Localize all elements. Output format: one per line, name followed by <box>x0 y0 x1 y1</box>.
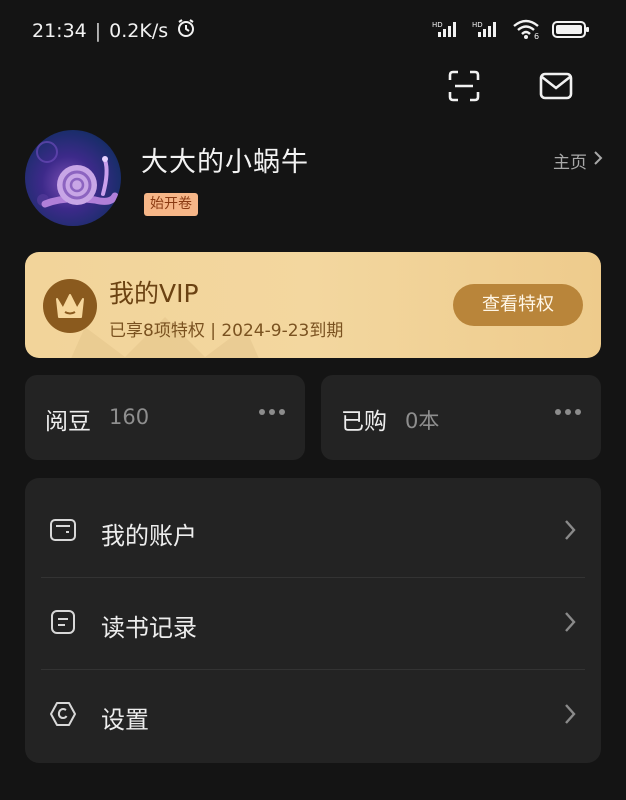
menu-item-label: 读书记录 <box>101 614 197 642</box>
view-privileges-button[interactable]: 查看特权 <box>453 284 583 326</box>
menu-item-settings[interactable]: 设置 <box>25 662 601 754</box>
chevron-right-icon <box>563 702 577 730</box>
menu-item-label: 我的账户 <box>101 522 197 550</box>
vip-subtitle: 已享8项特权 | 2024-9-23到期 <box>109 321 344 341</box>
stat-card-beans[interactable]: 阅豆 160 <box>25 375 305 460</box>
chevron-right-icon <box>593 150 603 171</box>
hd-label: HD <box>432 21 443 29</box>
profile-header: 大大的小蜗牛 始开卷 主页 <box>25 130 605 230</box>
more-icon[interactable] <box>555 409 581 415</box>
hd-label: HD <box>472 21 483 29</box>
menu-item-reading-history[interactable]: 读书记录 <box>25 570 601 662</box>
status-time: 21:34 <box>32 19 87 42</box>
menu-item-label: 设置 <box>101 706 149 734</box>
status-right: HD HD 6 <box>432 18 590 40</box>
record-icon <box>49 608 77 636</box>
top-actions <box>446 68 574 104</box>
avatar[interactable] <box>25 130 121 226</box>
stat-value: 0本 <box>405 409 440 433</box>
homepage-link[interactable]: 主页 <box>553 148 603 173</box>
alarm-icon <box>176 18 196 43</box>
menu-item-account[interactable]: 我的账户 <box>25 478 601 570</box>
settings-icon <box>49 700 77 728</box>
chevron-right-icon <box>563 610 577 638</box>
more-icon[interactable] <box>259 409 285 415</box>
wifi-icon: 6 <box>512 18 542 40</box>
mail-icon[interactable] <box>538 68 574 104</box>
network-speed: 0.2K/s <box>109 19 169 42</box>
scan-icon[interactable] <box>446 68 482 104</box>
stat-label: 阅豆 <box>45 409 91 435</box>
wallet-icon <box>49 516 77 544</box>
homepage-label: 主页 <box>553 153 587 173</box>
vip-crown-icon <box>43 279 97 333</box>
stat-value: 160 <box>109 405 150 429</box>
wifi-badge: 6 <box>534 32 539 40</box>
status-left: 21:34 | 0.2K/s <box>32 18 196 43</box>
level-badge: 始开卷 <box>144 193 198 216</box>
menu-list: 我的账户 读书记录 设置 <box>25 478 601 763</box>
stat-label: 已购 <box>341 409 387 435</box>
snail-avatar-image <box>36 141 119 208</box>
hd-signal-icon: HD <box>472 19 502 39</box>
hd-signal-icon: HD <box>432 19 462 39</box>
status-bar: 21:34 | 0.2K/s HD HD 6 <box>0 0 626 62</box>
status-separator: | <box>94 19 102 42</box>
username: 大大的小蜗牛 <box>141 147 309 178</box>
vip-card[interactable]: 我的VIP 已享8项特权 | 2024-9-23到期 查看特权 <box>25 252 601 358</box>
stat-card-purchased[interactable]: 已购 0本 <box>321 375 601 460</box>
vip-title: 我的VIP <box>109 279 199 308</box>
chevron-right-icon <box>563 518 577 546</box>
battery-icon <box>552 19 590 39</box>
profile-screen: 21:34 | 0.2K/s HD HD 6 大大的小蜗牛 始开卷 主页 我的V… <box>0 0 626 800</box>
